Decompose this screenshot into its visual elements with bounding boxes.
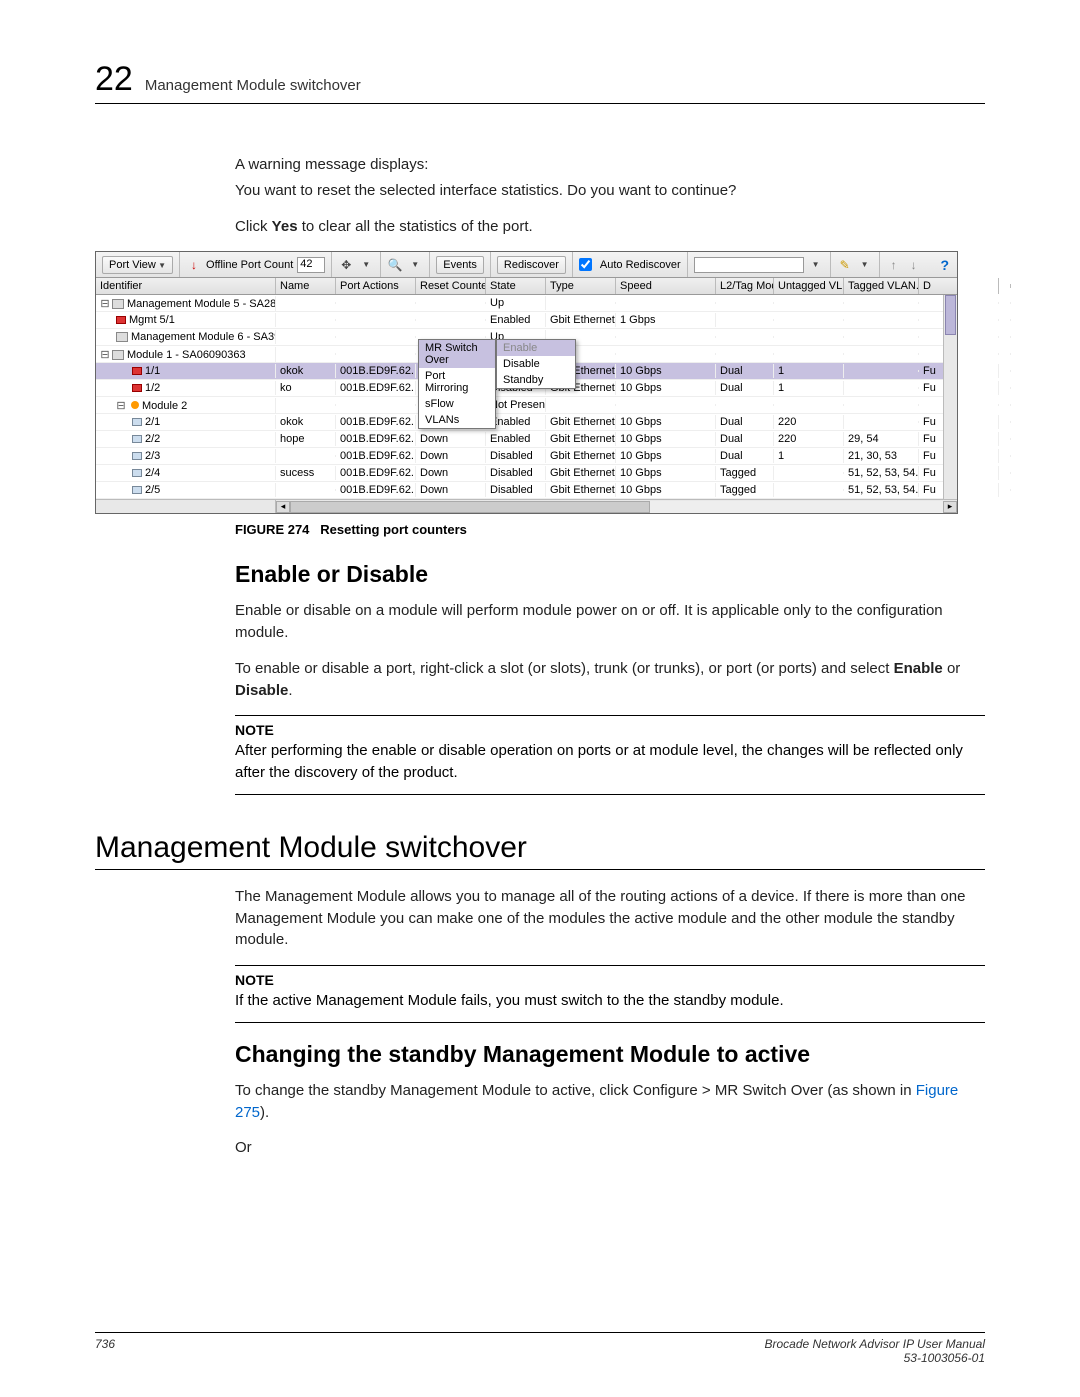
change-p2: Or <box>235 1137 985 1159</box>
hscroll-thumb[interactable] <box>290 501 650 513</box>
port-icon <box>132 435 142 443</box>
menu-vlans[interactable]: VLANs <box>419 412 495 428</box>
grid-header: Identifier Name Port Actions Reset Count… <box>96 278 957 295</box>
auto-rediscover-label: Auto Rediscover <box>600 259 681 271</box>
events-button[interactable]: Events <box>436 256 484 274</box>
col-speed[interactable]: Speed <box>616 278 716 294</box>
page-footer: 736 Brocade Network Advisor IP User Manu… <box>95 1332 985 1365</box>
grid-body: ⊟Management Module 5 - SA28090806UpMgmt … <box>96 295 957 499</box>
submenu-enable[interactable]: Enable <box>497 340 575 356</box>
mm-p1: The Management Module allows you to mana… <box>235 886 985 951</box>
submenu-disable[interactable]: Disable <box>497 356 575 372</box>
col-d[interactable]: D <box>919 278 999 294</box>
col-type[interactable]: Type <box>546 278 616 294</box>
port-icon <box>116 316 126 324</box>
doc-number: 53-1003056-01 <box>904 1351 985 1365</box>
menu-port-mirroring[interactable]: Port Mirroring <box>419 368 495 396</box>
hscroll-left-arrow[interactable]: ◂ <box>276 501 290 513</box>
filter-dropdown[interactable] <box>808 257 824 273</box>
device-icon <box>112 350 124 360</box>
down-arrow-icon-2[interactable]: ↓ <box>906 257 922 273</box>
chapter-title: Management Module switchover <box>145 77 361 94</box>
wrench-icon[interactable]: ✥ <box>338 257 354 273</box>
note-enable: NOTE After performing the enable or disa… <box>235 715 985 795</box>
manual-title: Brocade Network Advisor IP User Manual <box>764 1337 985 1351</box>
col-identifier[interactable]: Identifier <box>96 278 276 294</box>
context-menu[interactable]: MR Switch Over Port Mirroring sFlow VLAN… <box>418 339 496 429</box>
down-arrow-icon: ↓ <box>186 257 202 273</box>
note-label: NOTE <box>235 722 985 738</box>
port-icon <box>132 452 142 460</box>
table-row[interactable]: 2/4sucess001B.ED9F.62...DownDisabledGbit… <box>96 465 957 482</box>
offline-label: Offline Port Count <box>206 259 293 271</box>
note-label-2: NOTE <box>235 972 985 988</box>
magnifier-dropdown[interactable] <box>407 257 423 273</box>
col-uvlan[interactable]: Untagged VL... <box>774 278 844 294</box>
enable-p2: To enable or disable a port, right-click… <box>235 658 985 702</box>
figure-caption: FIGURE 274 Resetting port counters <box>235 522 985 537</box>
brush-dropdown[interactable] <box>857 257 873 273</box>
menu-sflow[interactable]: sFlow <box>419 396 495 412</box>
heading-changing-standby: Changing the standby Management Module t… <box>235 1041 985 1068</box>
status-dot-icon <box>131 401 139 409</box>
page-number: 736 <box>95 1337 115 1365</box>
port-icon <box>132 469 142 477</box>
chapter-number: 22 <box>95 60 133 99</box>
device-icon <box>112 299 124 309</box>
submenu-standby[interactable]: Standby <box>497 372 575 388</box>
port-icon <box>132 367 142 375</box>
help-icon[interactable]: ? <box>940 257 957 273</box>
rediscover-button[interactable]: Rediscover <box>497 256 566 274</box>
table-row[interactable]: 2/1okok001B.ED9F.62...DownEnabledGbit Et… <box>96 414 957 431</box>
context-submenu[interactable]: Enable Disable Standby <box>496 339 576 389</box>
toolbar: Port View ↓ Offline Port Count 42 ✥ 🔍 Ev… <box>96 252 957 278</box>
col-state[interactable]: State <box>486 278 546 294</box>
col-name[interactable]: Name <box>276 278 336 294</box>
vertical-scrollbar[interactable] <box>943 295 957 499</box>
screenshot-port-view: Port View ↓ Offline Port Count 42 ✥ 🔍 Ev… <box>95 251 958 514</box>
wrench-dropdown[interactable] <box>358 257 374 273</box>
page-header: 22 Management Module switchover <box>95 60 985 104</box>
menu-mr-switch-over[interactable]: MR Switch Over <box>419 340 495 368</box>
port-view-dropdown[interactable]: Port View <box>102 256 173 274</box>
up-arrow-icon[interactable]: ↑ <box>886 257 902 273</box>
note-body-2: If the active Management Module fails, y… <box>235 990 985 1012</box>
horizontal-scrollbar[interactable]: ◂ ▸ <box>96 499 957 513</box>
port-icon <box>132 486 142 494</box>
brush-icon[interactable]: ✎ <box>837 257 853 273</box>
col-reset[interactable]: Reset Counter <box>416 278 486 294</box>
col-l2[interactable]: L2/Tag Mode <box>716 278 774 294</box>
heading-mm-switchover: Management Module switchover <box>95 831 985 870</box>
table-row[interactable]: 2/2hope001B.ED9F.62...DownEnabledGbit Et… <box>96 431 957 448</box>
col-port-actions[interactable]: Port Actions <box>336 278 416 294</box>
hscroll-right-arrow[interactable]: ▸ <box>943 501 957 513</box>
heading-enable-disable: Enable or Disable <box>235 561 985 588</box>
intro-line-2: You want to reset the selected interface… <box>235 180 985 202</box>
col-tvlan[interactable]: Tagged VLAN... <box>844 278 919 294</box>
magnifier-icon[interactable]: 🔍 <box>387 257 403 273</box>
offline-count-value: 42 <box>297 257 325 273</box>
change-p1: To change the standby Management Module … <box>235 1080 985 1124</box>
scrollbar-thumb[interactable] <box>945 295 956 335</box>
intro-line-1: A warning message displays: <box>235 154 985 176</box>
table-row[interactable]: ⊟Module 2Not Present <box>96 397 957 414</box>
intro-line-3: Click Yes to clear all the statistics of… <box>235 216 985 238</box>
port-grid: Identifier Name Port Actions Reset Count… <box>96 278 957 513</box>
filter-input[interactable] <box>694 257 804 273</box>
enable-p1: Enable or disable on a module will perfo… <box>235 600 985 644</box>
table-row[interactable]: Mgmt 5/1EnabledGbit Ethernet I...1 Gbps <box>96 312 957 329</box>
table-row[interactable]: 2/3001B.ED9F.62...DownDisabledGbit Ether… <box>96 448 957 465</box>
note-body: After performing the enable or disable o… <box>235 740 985 784</box>
port-icon <box>132 384 142 392</box>
port-icon <box>132 418 142 426</box>
table-row[interactable]: ⊟Management Module 5 - SA28090806Up <box>96 295 957 312</box>
note-mm: NOTE If the active Management Module fai… <box>235 965 985 1023</box>
auto-rediscover-checkbox[interactable] <box>579 258 592 271</box>
device-icon <box>116 332 128 342</box>
table-row[interactable]: 2/5001B.ED9F.62...DownDisabledGbit Ether… <box>96 482 957 499</box>
